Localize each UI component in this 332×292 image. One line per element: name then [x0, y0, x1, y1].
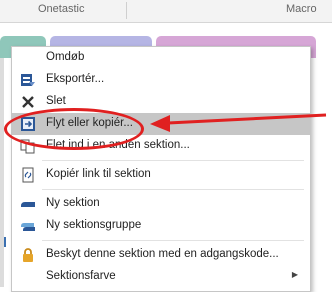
menu-item-label: Kopiér link til sektion	[46, 168, 151, 180]
menu-item-password-protect[interactable]: Beskyt denne sektion med en adgangskode.…	[12, 244, 310, 266]
submenu-arrow-icon: ▶	[291, 270, 298, 279]
menu-item-copy-link[interactable]: Kopiér link til sektion	[12, 164, 310, 186]
menu-item-delete[interactable]: Slet	[12, 91, 310, 113]
section-context-menu: Omdøb Eksportér... Slet Flyt eller kopié…	[11, 46, 311, 292]
menu-item-label: Sektionsfarve	[46, 270, 116, 282]
menu-item-label: Omdøb	[46, 51, 85, 63]
merge-icon	[20, 138, 36, 154]
ribbon-separator	[126, 2, 127, 19]
new-section-group-icon	[20, 218, 36, 234]
ribbon-bar: Onetastic Macro	[0, 0, 332, 23]
new-section-icon	[20, 196, 36, 212]
page-marker	[4, 237, 6, 247]
menu-item-export[interactable]: Eksportér...	[12, 69, 310, 91]
copy-link-icon	[20, 167, 36, 183]
menu-item-label: Flet ind i en anden sektion...	[46, 139, 190, 151]
menu-item-merge[interactable]: Flet ind i en anden sektion...	[12, 135, 310, 157]
lock-icon	[20, 247, 36, 263]
menu-item-label: Beskyt denne sektion med en adgangskode.…	[46, 248, 279, 260]
menu-item-new-section[interactable]: Ny sektion	[12, 193, 310, 215]
page-area-edge	[0, 58, 4, 287]
menu-item-new-section-group[interactable]: Ny sektionsgruppe	[12, 215, 310, 237]
menu-separator	[42, 160, 304, 161]
ribbon-tab-macro[interactable]: Macro	[286, 3, 317, 15]
menu-item-label: Eksportér...	[46, 73, 105, 85]
export-icon	[20, 72, 36, 88]
menu-item-label: Ny sektionsgruppe	[46, 219, 142, 231]
menu-item-rename[interactable]: Omdøb	[12, 47, 310, 69]
menu-item-label: Flyt eller kopiér...	[46, 117, 133, 129]
menu-item-move-copy[interactable]: Flyt eller kopiér...	[12, 113, 310, 135]
move-copy-icon	[20, 116, 36, 132]
ribbon-tab-onetastic[interactable]: Onetastic	[38, 3, 84, 15]
delete-x-icon	[20, 94, 36, 110]
menu-separator	[42, 189, 304, 190]
menu-item-section-color[interactable]: Sektionsfarve ▶	[12, 266, 310, 288]
menu-separator	[42, 240, 304, 241]
menu-item-label: Ny sektion	[46, 197, 100, 209]
menu-item-label: Slet	[46, 95, 66, 107]
